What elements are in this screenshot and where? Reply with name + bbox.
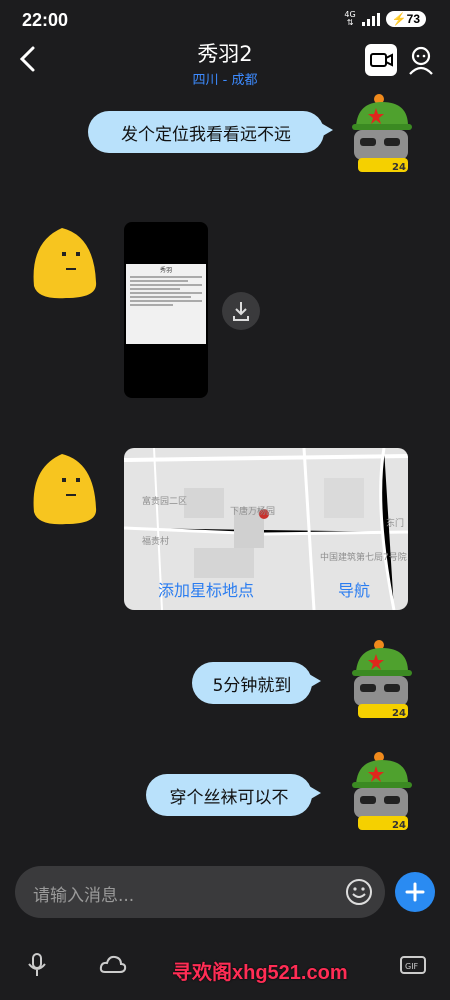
chat-screen: 22:00 4G⇅ ⚡73 秀羽2 四川 - 成都 发个定位我看看远不远 24 xyxy=(0,0,450,1000)
svg-text:24: 24 xyxy=(392,708,406,719)
mic-icon[interactable] xyxy=(22,950,52,980)
self-avatar[interactable]: 24 xyxy=(346,640,420,720)
add-star-location-button[interactable]: 添加星标地点 xyxy=(158,577,254,601)
chat-header: 秀羽2 四川 - 成都 xyxy=(0,36,450,88)
navigate-button[interactable]: 导航 xyxy=(338,577,370,601)
image-content: 秀羽 xyxy=(126,264,206,344)
message-text: 穿个丝袜可以不 xyxy=(169,787,289,808)
video-call-icon xyxy=(370,53,393,67)
image-doc-title: 秀羽 xyxy=(159,267,172,274)
contact-avatar[interactable] xyxy=(26,222,100,302)
image-message[interactable]: 秀羽 xyxy=(124,222,208,398)
map-label: 东门 xyxy=(386,519,405,529)
gif-icon[interactable]: GIF xyxy=(398,950,428,980)
status-time: 22:00 xyxy=(22,10,69,30)
sent-message-bubble[interactable]: 穿个丝袜可以不 xyxy=(146,774,321,816)
user-icon[interactable] xyxy=(405,44,437,76)
signal-icon xyxy=(361,12,380,26)
battery-level: 73 xyxy=(406,12,420,26)
download-button[interactable] xyxy=(222,292,260,330)
video-call-button[interactable] xyxy=(365,44,397,76)
status-bar: 22:00 4G ⇅ ⚡73 xyxy=(0,0,450,40)
map-label: 下唐万杨园 xyxy=(230,507,276,517)
map-label: 中国建筑第七局7号院 xyxy=(320,553,407,563)
download-icon xyxy=(233,302,249,321)
sent-message-bubble[interactable]: 发个定位我看看远不远 xyxy=(88,111,333,153)
svg-text:24: 24 xyxy=(392,162,406,173)
plus-icon xyxy=(405,882,425,902)
input-placeholder: 请输入消息... xyxy=(33,886,135,906)
map-label: 富贵园二区 xyxy=(142,497,188,507)
svg-text:24: 24 xyxy=(392,820,406,831)
watermark-text: 寻欢阁xhg521.com xyxy=(172,962,348,984)
map-label: 福贵村 xyxy=(142,537,170,547)
self-avatar[interactable]: 24 xyxy=(346,94,420,174)
self-avatar[interactable]: 24 xyxy=(346,752,420,832)
emoji-icon[interactable] xyxy=(345,878,373,906)
cloud-icon[interactable] xyxy=(98,950,128,980)
status-icons: 4G ⇅ ⚡73 xyxy=(344,11,426,27)
sent-message-bubble[interactable]: 5分钟就到 xyxy=(192,662,321,704)
message-text: 5分钟就到 xyxy=(212,675,292,696)
svg-text:GIF: GIF xyxy=(405,962,419,971)
battery-icon: ⚡73 xyxy=(385,11,426,27)
message-text: 发个定位我看看远不远 xyxy=(121,124,291,145)
message-input[interactable]: 请输入消息... xyxy=(15,866,385,918)
plus-button[interactable] xyxy=(395,872,435,912)
network-type: 4G xyxy=(344,10,356,19)
network-indicator: 4G ⇅ xyxy=(344,10,356,27)
contact-avatar[interactable] xyxy=(26,448,100,528)
